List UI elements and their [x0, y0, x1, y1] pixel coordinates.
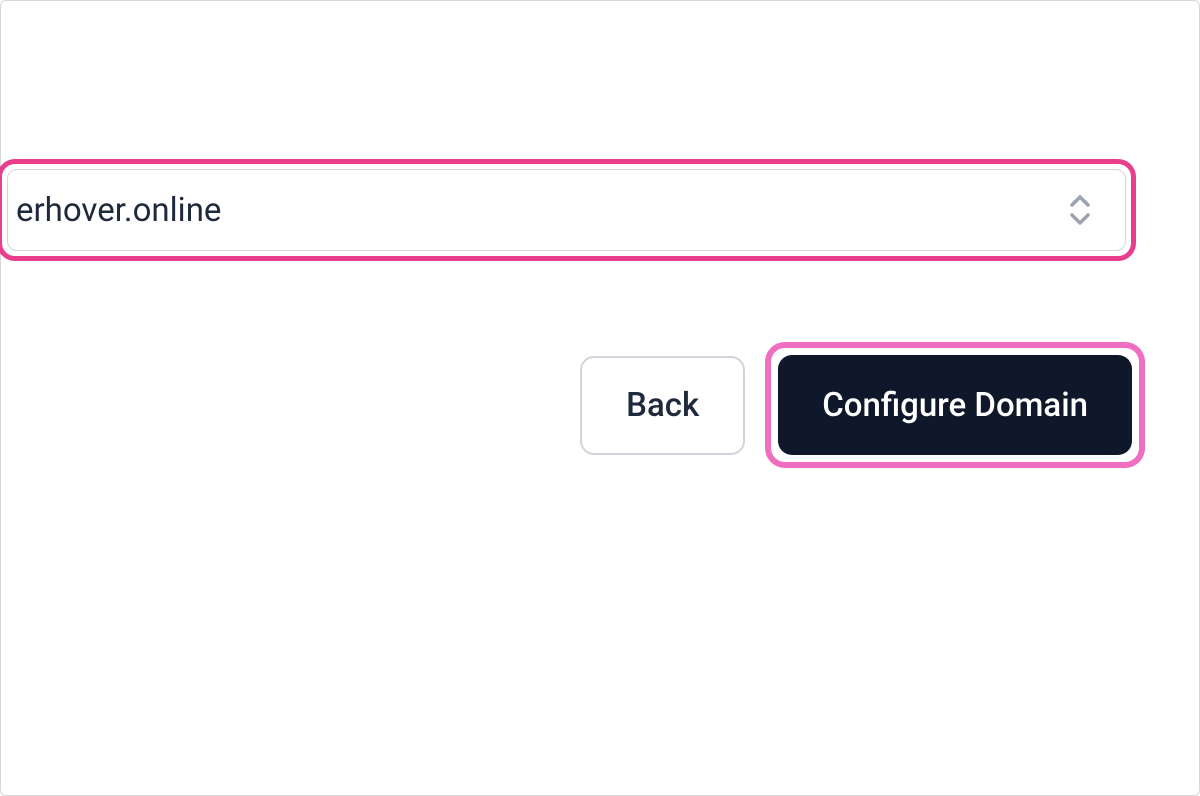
back-button[interactable]: Back [580, 356, 745, 455]
configure-domain-button[interactable]: Configure Domain [778, 355, 1132, 455]
domain-select[interactable]: erhover.online [0, 159, 1136, 261]
configure-highlight: Configure Domain [765, 342, 1145, 468]
chevrons-up-down-icon [1065, 188, 1095, 232]
form-panel: erhover.online Back Configure Domain [0, 0, 1200, 796]
button-row: Back Configure Domain [1, 342, 1145, 468]
domain-select-value: erhover.online [16, 191, 1101, 230]
